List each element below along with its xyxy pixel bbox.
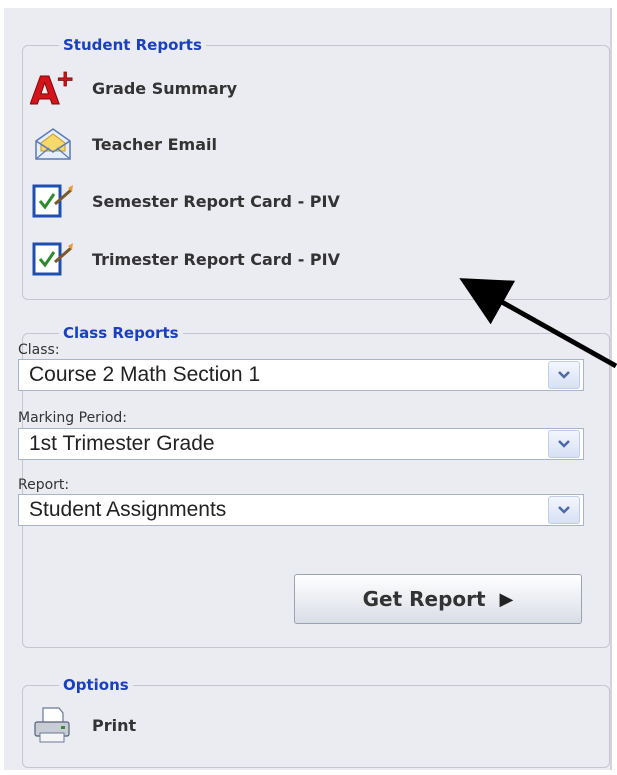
chevron-down-icon[interactable] (548, 361, 580, 389)
get-report-button[interactable]: Get Report ▶ (294, 574, 582, 624)
grade-summary-label: Grade Summary (92, 78, 238, 98)
student-reports-title: Student Reports (63, 36, 202, 54)
printer-icon (30, 705, 76, 745)
options-title: Options (63, 676, 129, 694)
semester-report-card-label: Semester Report Card - PIV (92, 191, 340, 211)
a-plus-grade-icon: A + (30, 68, 76, 108)
play-arrow-icon: ▶ (499, 588, 514, 610)
report-card-icon (30, 239, 76, 279)
marking-period-field-label: Marking Period: (18, 410, 127, 426)
report-select[interactable]: Student Assignments (18, 494, 584, 526)
class-field-label: Class: (18, 342, 60, 358)
class-select-value: Course 2 Math Section 1 (29, 363, 261, 386)
grade-summary-link[interactable]: A + Grade Summary (30, 65, 237, 111)
marking-period-select-value: 1st Trimester Grade (29, 432, 215, 455)
report-select-value: Student Assignments (29, 498, 227, 521)
report-card-icon (30, 181, 76, 221)
class-reports-title: Class Reports (63, 324, 179, 342)
reports-sidebar: Student Reports A + Grade Summary Teache… (4, 8, 612, 770)
print-label: Print (92, 715, 137, 735)
trimester-report-card-label: Trimester Report Card - PIV (92, 249, 340, 269)
print-link[interactable]: Print (30, 702, 136, 748)
marking-period-select[interactable]: 1st Trimester Grade (18, 428, 584, 460)
svg-text:+: + (56, 68, 74, 92)
chevron-down-icon[interactable] (548, 496, 580, 524)
get-report-button-label: Get Report (362, 587, 486, 611)
chevron-down-icon[interactable] (548, 430, 580, 458)
class-select[interactable]: Course 2 Math Section 1 (18, 359, 584, 391)
teacher-email-link[interactable]: Teacher Email (30, 121, 217, 167)
envelope-icon (30, 124, 76, 164)
report-field-label: Report: (18, 477, 70, 493)
trimester-report-card-link[interactable]: Trimester Report Card - PIV (30, 236, 340, 282)
teacher-email-label: Teacher Email (92, 134, 217, 154)
semester-report-card-link[interactable]: Semester Report Card - PIV (30, 178, 340, 224)
